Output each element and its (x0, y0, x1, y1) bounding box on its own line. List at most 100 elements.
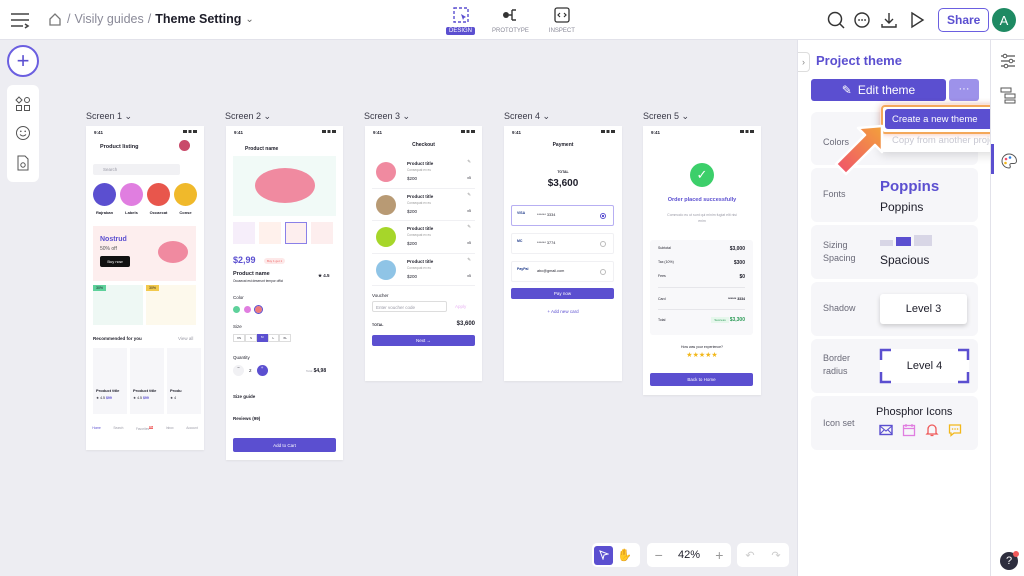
breadcrumb-current[interactable]: Theme Setting (155, 12, 241, 26)
next-button[interactable]: Next → (372, 335, 475, 346)
payment-method[interactable]: PayPal abc@gmail.com (511, 261, 614, 282)
play-icon[interactable] (907, 10, 927, 30)
add-card-link[interactable]: + Add new card (504, 309, 622, 314)
voucher-input[interactable]: Enter voucher code (372, 301, 447, 312)
file-icon[interactable] (15, 155, 31, 171)
checkout-item[interactable]: Product title Consequat ex eu $200 ✎ x5 (372, 254, 475, 286)
nav-inbox[interactable]: Inbox (166, 426, 174, 431)
star-rating[interactable]: ★★★★★ (643, 351, 761, 359)
radio-button[interactable] (600, 241, 606, 247)
screen-1-label[interactable]: Screen 1 ⌄ (86, 111, 132, 122)
pay-now-button[interactable]: Pay now (511, 288, 614, 299)
nav-favorites[interactable]: Favorites99+ (136, 426, 154, 431)
shadow-card[interactable]: Shadow Level 3 (811, 282, 978, 336)
comment-icon[interactable] (852, 10, 872, 30)
screen-3-frame[interactable]: 9:41 Checkout Product title Consequat ex… (365, 126, 482, 381)
size-guide-link[interactable]: Size guide (233, 394, 255, 399)
panel-title: Project theme (816, 53, 902, 68)
payment-method[interactable]: MC ****** 3774 (511, 233, 614, 254)
screen-5-label[interactable]: Screen 5 ⌄ (643, 111, 689, 122)
product-card[interactable]: Produ ★ 4 (167, 348, 201, 414)
breadcrumb-parent[interactable]: Visily guides (74, 12, 143, 26)
zoom-level[interactable]: 42% (678, 549, 700, 561)
screen-2-frame[interactable]: 9:41 Product name $2,99 Buy 1 get 1 Prod… (226, 126, 343, 460)
sizing-card[interactable]: Sizing Spacing Spacious (811, 225, 978, 279)
card-brand-logo: VISA (517, 211, 526, 215)
undo-icon[interactable]: ↶ (745, 549, 754, 562)
product-thumbnail (376, 162, 396, 182)
redo-icon[interactable]: ↷ (771, 549, 780, 562)
chevron-down-icon[interactable]: ⌄ (245, 14, 253, 25)
more-options-button[interactable]: ··· (949, 79, 979, 101)
add-to-cart-button[interactable]: Add to Cart (233, 438, 336, 452)
buy-now-button[interactable]: Buy now (100, 256, 130, 267)
select-tool-button[interactable] (594, 545, 613, 565)
category-item[interactable]: Rajraban (93, 183, 116, 215)
tool-menu (7, 85, 39, 182)
top-bar: / Visily guides / Theme Setting ⌄ DESIGN… (0, 0, 1024, 40)
category-item[interactable]: Conse (174, 183, 197, 215)
size-selector: XS S M L XL (233, 334, 291, 342)
layers-icon[interactable] (999, 86, 1017, 104)
screen-4-frame[interactable]: 9:41 Payment TOTAL $3,600 VISA ****** 33… (504, 126, 622, 381)
checkout-item[interactable]: Product title Consequat ex eu $200 ✎ x5 (372, 221, 475, 254)
collapse-panel-button[interactable]: › (798, 52, 810, 72)
help-button[interactable]: ? (1000, 551, 1019, 570)
nav-home[interactable]: Home (92, 426, 101, 431)
edit-theme-button[interactable]: ✎ Edit theme (811, 79, 946, 101)
screen-1-frame[interactable]: 9:41 Product listing Search Rajraban Lab… (86, 126, 204, 450)
payment-method[interactable]: VISA ****** 3334 (511, 205, 614, 226)
icon-set-card[interactable]: Icon set Phosphor Icons (811, 396, 978, 450)
tab-design[interactable]: DESIGN (446, 6, 476, 35)
edit-icon[interactable]: ✎ (467, 159, 471, 165)
reviews-link[interactable]: Reviews (99) (233, 416, 260, 421)
tab-inspect[interactable]: INSPECT (546, 6, 578, 35)
download-icon[interactable] (879, 10, 899, 30)
hand-icon[interactable]: ✋ (617, 548, 632, 562)
screen-2-label[interactable]: Screen 2 ⌄ (225, 111, 271, 122)
right-rail: ? (990, 40, 1024, 576)
settings-sliders-icon[interactable] (999, 52, 1017, 70)
nav-search[interactable]: Search (113, 426, 123, 431)
nav-account[interactable]: Account (186, 426, 198, 431)
zoom-in-button[interactable]: + (715, 547, 723, 563)
product-card[interactable]: Product title ★ 4.5 $99 (93, 348, 127, 414)
back-home-button[interactable]: Back to Home (650, 373, 753, 386)
checkout-item[interactable]: Product title Consequat ex eu $200 ✎ x5 (372, 156, 475, 189)
edit-icon[interactable]: ✎ (467, 257, 471, 263)
category-item[interactable]: Labels (120, 183, 143, 215)
tool-switcher: ✋ (592, 543, 640, 567)
tab-prototype[interactable]: PROTOTYPE (489, 6, 532, 35)
menu-icon[interactable] (10, 11, 30, 29)
emoji-icon[interactable] (15, 125, 31, 141)
search-icon[interactable] (826, 10, 846, 30)
components-icon[interactable] (15, 96, 31, 112)
quantity-stepper[interactable]: −2 + (233, 365, 268, 376)
avatar[interactable]: A (992, 8, 1016, 32)
code-icon (554, 7, 570, 23)
copy-theme-item[interactable]: Copy from another project (892, 135, 1002, 146)
screen-5-frame[interactable]: 9:41 ✓ Order placed successfully Commodo… (643, 126, 761, 395)
apply-button[interactable]: Apply (455, 304, 466, 309)
view-all-link[interactable]: View all (178, 336, 193, 341)
chat-icon (948, 424, 962, 437)
border-radius-card[interactable]: Border radius Level 4 (811, 339, 978, 393)
checkout-item[interactable]: Product title Consequat ex eu $200 ✎ x5 (372, 189, 475, 221)
product-card[interactable]: Product title ★ 4.5 $99 (130, 348, 164, 414)
add-button[interactable]: + (7, 45, 39, 77)
zoom-out-button[interactable]: − (655, 547, 663, 563)
plus-icon: + (16, 48, 30, 73)
zoom-control: − 42% + (647, 543, 731, 567)
radio-button[interactable] (600, 213, 606, 219)
bottom-nav: Home Search Favorites99+ Inbox Account (86, 426, 204, 431)
screen-3-label[interactable]: Screen 3 ⌄ (364, 111, 410, 122)
edit-icon[interactable]: ✎ (467, 224, 471, 230)
category-item[interactable]: Occaecat (147, 183, 170, 215)
edit-icon[interactable]: ✎ (467, 192, 471, 198)
share-button[interactable]: Share (938, 8, 990, 32)
home-icon[interactable] (48, 12, 62, 26)
screen-4-label[interactable]: Screen 4 ⌄ (504, 111, 550, 122)
palette-icon[interactable] (1000, 152, 1018, 170)
radio-button[interactable] (600, 269, 606, 275)
radius-corners-icon (879, 348, 970, 384)
